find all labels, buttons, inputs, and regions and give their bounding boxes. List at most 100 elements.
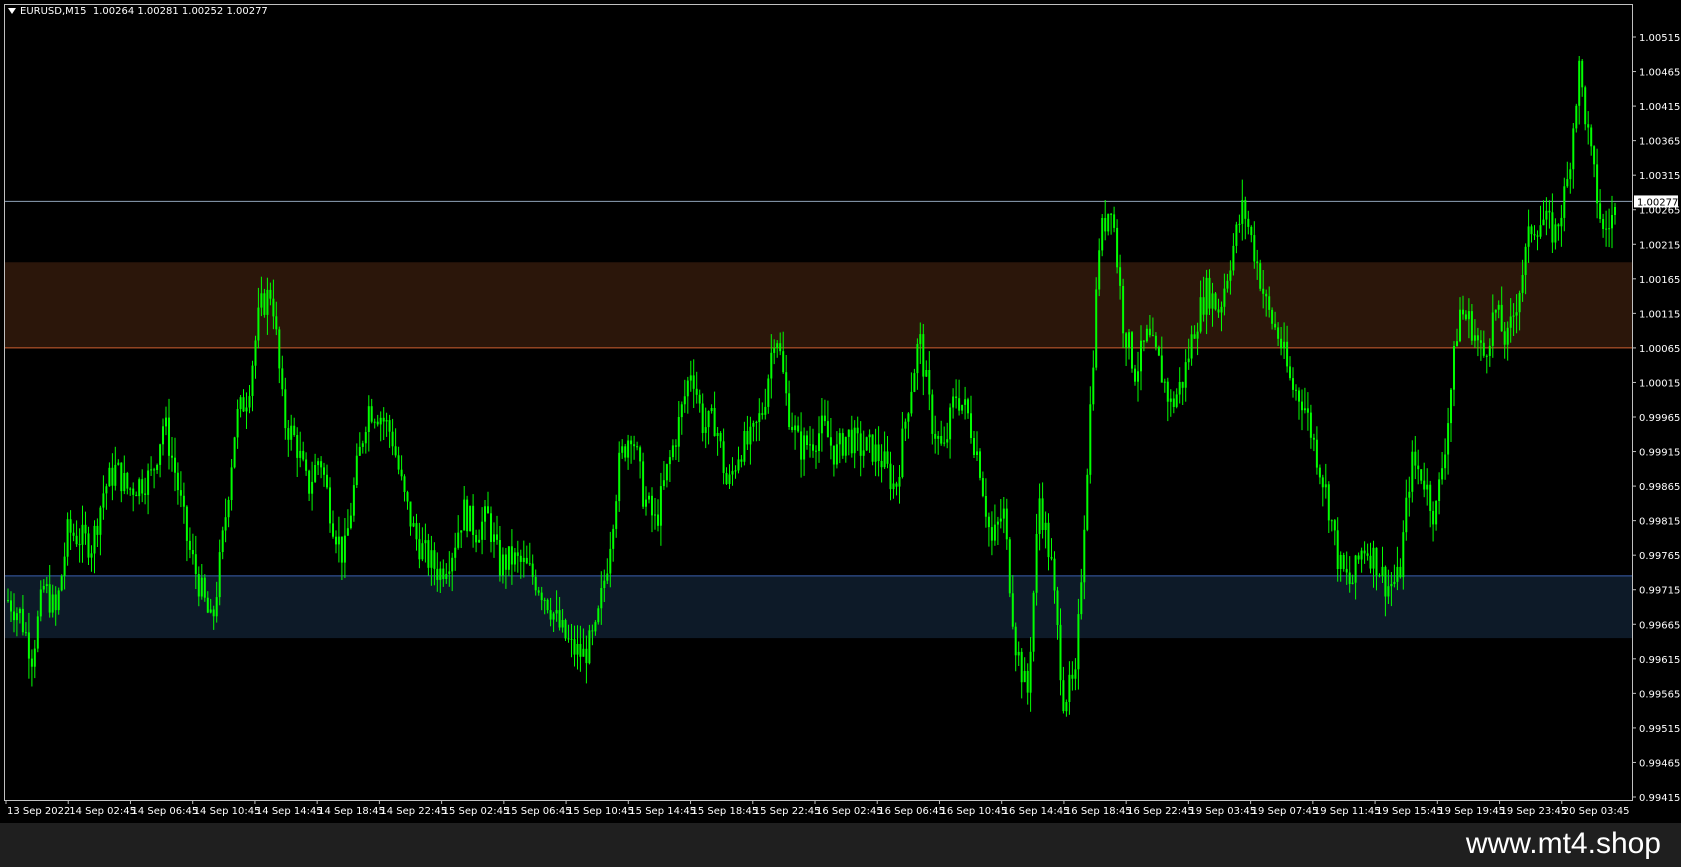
candle-body (689, 375, 692, 381)
candle-body (1321, 477, 1324, 488)
candle-body (394, 446, 397, 456)
candle-body (1035, 534, 1038, 593)
symbol-name: EURUSD,M15 (20, 6, 87, 17)
candle-body (364, 432, 367, 444)
candle-body (284, 389, 287, 429)
candle-body (1584, 87, 1587, 125)
candle-body (973, 438, 975, 455)
candle-body (179, 490, 182, 496)
candle-body (463, 499, 466, 531)
y-tick-label: 0.99465 (1639, 758, 1680, 769)
candle-body (1071, 674, 1074, 679)
candle-body (1196, 331, 1199, 339)
candle-body (776, 343, 779, 348)
candle-body (1479, 340, 1482, 343)
x-tick-label: 16 Sep 06:45 (878, 806, 945, 817)
candle-body (1065, 702, 1068, 712)
candle-body (99, 507, 102, 535)
candle-body (1599, 203, 1602, 219)
y-tick-label: 0.99965 (1639, 413, 1680, 424)
candle-body (1402, 532, 1405, 578)
chart-window[interactable]: 1.00515 1.00465 1.00415 1.00365 1.00315 1.002… (0, 0, 1681, 823)
candle-body (800, 431, 803, 460)
y-tick-label: 1.00065 (1639, 344, 1680, 355)
candle-body (409, 501, 412, 527)
candle-body (967, 399, 969, 414)
x-tick-label: 15 Sep 06:45 (505, 806, 572, 817)
candle-body (651, 495, 653, 516)
candle-body (1566, 179, 1569, 187)
candle-body (1593, 146, 1596, 165)
candle-body (171, 455, 173, 458)
candle-body (1062, 680, 1065, 712)
candle-body (910, 391, 913, 414)
price-chart[interactable]: 1.00515 1.00465 1.00415 1.00365 1.00315 1.002… (0, 0, 1681, 823)
candle-body (123, 473, 126, 492)
candle-body (287, 428, 290, 440)
candle-body (761, 413, 764, 415)
candle-body (493, 534, 495, 542)
candle-body (457, 532, 460, 548)
candle-body (448, 571, 451, 574)
candle-body (937, 436, 940, 439)
candle-body (478, 539, 481, 543)
x-tick-label: 19 Sep 23:45 (1501, 806, 1568, 817)
candle-body (1268, 296, 1271, 310)
candle-body (1175, 394, 1178, 407)
candle-body (1202, 297, 1205, 315)
candle-body (54, 594, 57, 611)
candle-body (278, 329, 281, 369)
y-tick-label: 0.99615 (1639, 655, 1680, 666)
candle-body (254, 340, 257, 366)
candle-body (1086, 474, 1089, 530)
candle-body (567, 638, 570, 640)
candle-body (934, 433, 937, 439)
candle-body (1497, 304, 1500, 310)
candle-body (665, 464, 668, 481)
candle-body (859, 433, 862, 456)
axis-layer: 1.00515 1.00465 1.00415 1.00365 1.00315 1.002… (4, 4, 1680, 817)
x-tick-label: 16 Sep 14:45 (1003, 806, 1070, 817)
candle-body (156, 464, 159, 470)
candle-body (33, 648, 36, 667)
candle-body (242, 397, 245, 412)
dropdown-triangle-icon[interactable] (8, 8, 16, 14)
candle-body (1327, 484, 1330, 521)
candle-body (823, 415, 826, 422)
candle-body (984, 496, 987, 517)
candle-body (329, 487, 331, 524)
candle-body (952, 396, 955, 408)
candle-body (1241, 200, 1244, 224)
candle-body (621, 446, 624, 453)
candle-body (337, 536, 340, 545)
candle-body (165, 417, 167, 427)
candle-body (1503, 331, 1506, 345)
candle-body (1098, 250, 1101, 290)
candle-body (1542, 219, 1545, 226)
candle-body (355, 455, 358, 485)
candle-body (1572, 128, 1575, 170)
candle-body (391, 431, 394, 447)
candle-body (841, 433, 844, 456)
candle-body (1172, 398, 1175, 407)
candle-body (251, 365, 254, 396)
candle-body (1539, 225, 1542, 237)
candle-body (645, 499, 647, 507)
symbol-header[interactable]: EURUSD,M15 1.00264 1.00281 1.00252 1.002… (8, 6, 268, 17)
candle-body (305, 459, 308, 471)
candle-body (1312, 437, 1315, 440)
candle-body (1178, 382, 1181, 395)
candle-body (1095, 289, 1098, 368)
candle-body (1017, 651, 1020, 656)
candle-body (340, 536, 343, 563)
candle-body (946, 439, 949, 443)
candle-body (105, 486, 108, 494)
candle-body (1548, 210, 1551, 213)
candle-body (862, 450, 865, 456)
candle-body (758, 413, 761, 422)
candle-body (901, 428, 904, 477)
candle-body (1101, 218, 1104, 251)
candle-body (239, 397, 242, 409)
candle-body (1226, 280, 1229, 289)
candle-body (686, 380, 689, 397)
